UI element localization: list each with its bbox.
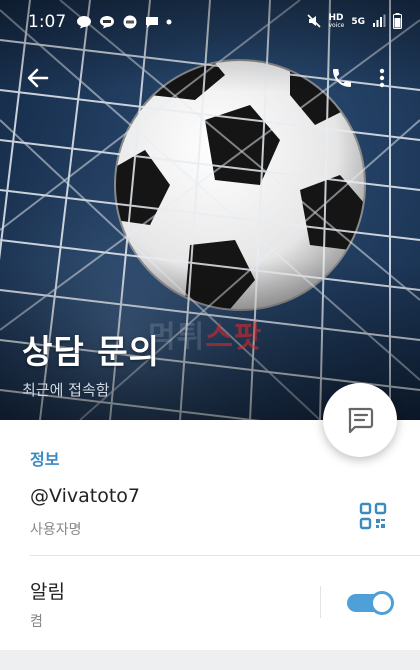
talk-icon — [99, 15, 115, 29]
username-value: @Vivatoto7 — [30, 485, 140, 507]
network-5g-label: 5G — [351, 17, 365, 27]
toggle-knob — [370, 591, 394, 615]
back-button[interactable] — [18, 58, 58, 98]
send-message-button[interactable] — [323, 383, 397, 457]
battery-icon — [393, 12, 402, 32]
qr-code-button[interactable] — [354, 497, 392, 535]
row-divider — [30, 555, 420, 556]
notifications-state: 켬 — [30, 614, 43, 630]
info-section-title: 정보 — [30, 450, 60, 469]
arrow-left-icon — [27, 68, 49, 88]
profile-header-photo: 1:07 HD voice 5G 먹튀스팟 상담 문의 최근에 접속함 — [0, 0, 420, 420]
chat-bubble-icon — [76, 15, 92, 29]
profile-name: 상담 문의 — [22, 332, 160, 371]
username-label: 사용자명 — [30, 522, 82, 538]
dot-icon — [166, 19, 172, 25]
message-square-icon — [348, 407, 374, 434]
status-time: 1:07 — [28, 12, 67, 32]
more-vertical-icon — [379, 68, 385, 88]
last-seen-status: 최근에 접속함 — [22, 381, 110, 399]
status-indicators: HD voice 5G — [307, 12, 402, 32]
watermark-logo: 먹튀스팟 — [148, 312, 262, 356]
profile-screen: 1:07 HD voice 5G 먹튀스팟 상담 문의 최근에 접속함 정보 @… — [0, 0, 420, 670]
hd-voice-indicator: HD voice — [328, 14, 344, 30]
sms-icon — [122, 15, 138, 29]
more-options-button[interactable] — [362, 58, 402, 98]
notifications-toggle[interactable] — [347, 591, 394, 615]
hd-sub-label: voice — [328, 22, 345, 29]
qr-code-icon — [359, 502, 387, 530]
bottom-spacer — [0, 650, 420, 670]
profile-toolbar — [0, 52, 420, 104]
message-icon — [145, 16, 159, 29]
call-button[interactable] — [322, 58, 362, 98]
mute-icon — [307, 13, 322, 31]
hd-label: HD — [328, 13, 344, 23]
status-bar: 1:07 HD voice 5G — [0, 0, 420, 44]
toggle-divider — [320, 586, 321, 618]
phone-icon — [333, 69, 351, 87]
profile-title-block: 상담 문의 최근에 접속함 — [22, 325, 160, 400]
watermark-text-red: 스팟 — [205, 320, 263, 355]
signal-icon — [372, 14, 386, 31]
notifications-label: 알림 — [30, 581, 65, 603]
